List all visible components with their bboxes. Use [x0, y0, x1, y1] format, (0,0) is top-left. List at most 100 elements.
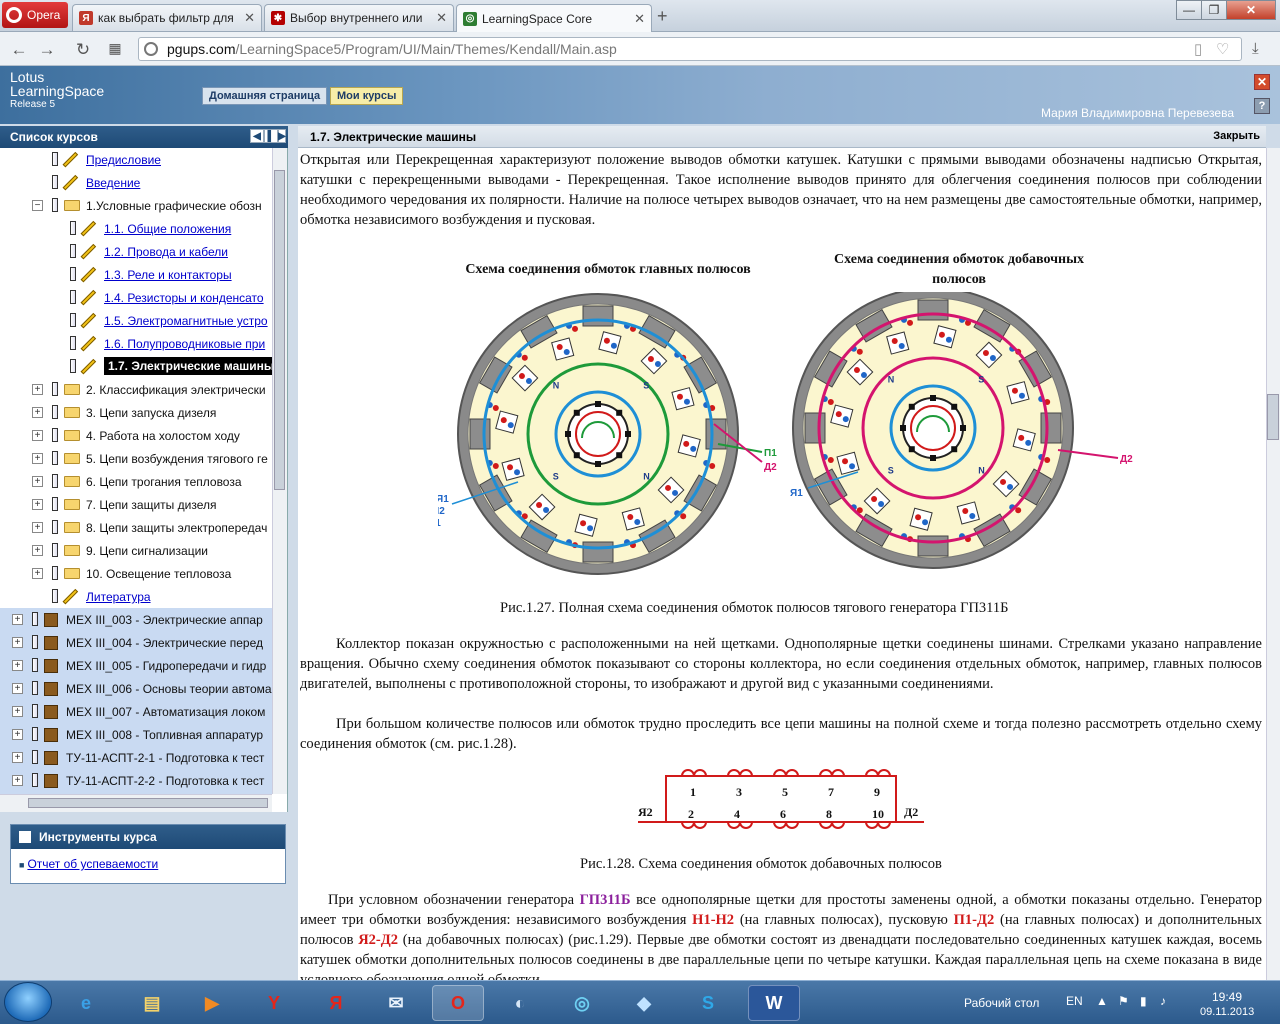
expand-icon[interactable]: + [32, 476, 43, 487]
ie-icon[interactable]: e [60, 985, 112, 1021]
course-item[interactable]: + МЕХ III_007 - Автоматизация локом [0, 700, 272, 723]
pane-toggle-icon[interactable]: ▌ [264, 129, 278, 143]
back-icon[interactable]: ← [8, 40, 30, 60]
tree-item-label[interactable]: 7. Цепи защиты дизеля [86, 498, 216, 512]
tree-item-label[interactable]: 1.5. Электромагнитные устро [104, 314, 268, 328]
tree-item-label[interactable]: МЕХ III_003 - Электрические аппар [66, 613, 263, 627]
new-tab-icon[interactable]: + [657, 6, 668, 27]
tree-item-label[interactable]: 1.4. Резисторы и конденсато [104, 291, 264, 305]
tree-item-label[interactable]: Предисловие [86, 153, 161, 167]
clock-date[interactable]: 09.11.2013 [1200, 1006, 1254, 1018]
content-scrollbar[interactable] [1266, 148, 1280, 980]
volume-icon[interactable]: ♪ [1160, 994, 1166, 1008]
tree-item[interactable]: 1.4. Резисторы и конденсато [0, 286, 272, 309]
expand-icon[interactable]: + [12, 660, 23, 671]
tree-item-label[interactable]: Литература [86, 590, 151, 604]
expand-icon[interactable]: + [12, 683, 23, 694]
player-icon[interactable]: ◆ [618, 985, 670, 1021]
ls-close-icon[interactable]: ✕ [1254, 74, 1270, 90]
expand-icon[interactable]: + [12, 775, 23, 786]
expand-icon[interactable]: + [32, 545, 43, 556]
minimize-icon[interactable]: — [1176, 0, 1202, 20]
course-item[interactable]: + МЕХ III_008 - Топливная аппаратур [0, 723, 272, 746]
tree-item-label[interactable]: 8. Цепи защиты электропередач [86, 521, 267, 535]
tree-item-label[interactable]: 10. Освещение тепловоза [86, 567, 231, 581]
tab-search[interactable]: Я как выбрать фильтр для ✕ [72, 4, 262, 31]
expand-icon[interactable]: + [32, 384, 43, 395]
course-item[interactable]: + МЕХ III_006 - Основы теории автома [0, 677, 272, 700]
tree-item-label[interactable]: 6. Цепи трогания тепловоза [86, 475, 242, 489]
collapse-icon[interactable]: − [32, 200, 43, 211]
tree-item-label[interactable]: 1.7. Электрические машины [104, 357, 279, 375]
expand-icon[interactable]: + [32, 407, 43, 418]
course-item[interactable]: + ТУ-11-АСПТ-2-1 - Подготовка к тест [0, 746, 272, 769]
mail-icon[interactable]: ✉ [370, 985, 422, 1021]
tree-item-label[interactable]: МЕХ III_004 - Электрические перед [66, 636, 263, 650]
tree-item[interactable]: +7. Цепи защиты дизеля [0, 493, 272, 516]
nav-home-link[interactable]: Домашняя страница [202, 87, 328, 105]
window-close-icon[interactable]: ✕ [1226, 0, 1276, 20]
language-indicator[interactable]: EN [1066, 994, 1083, 1008]
help-icon[interactable]: ? [1254, 98, 1270, 114]
tree-item-label[interactable]: 4. Работа на холостом ходу [86, 429, 240, 443]
tree-item-label[interactable]: 3. Цепи запуска дизеля [86, 406, 216, 420]
tree-item-label[interactable]: Введение [86, 176, 140, 190]
tree-item-label[interactable]: 1.3. Реле и контакторы [104, 268, 232, 282]
skype-icon[interactable]: S [682, 985, 734, 1021]
tree-item[interactable]: Введение [0, 171, 272, 194]
tree-item-label[interactable]: 1.1. Общие положения [104, 222, 231, 236]
tree-item[interactable]: +10. Освещение тепловоза [0, 562, 272, 585]
start-button[interactable] [4, 982, 52, 1022]
course-item[interactable]: + ТУ-11-АСПТ-2-2 - Подготовка к тест [0, 769, 272, 792]
yandex-browser-icon[interactable]: Y [248, 985, 300, 1021]
tree-item[interactable]: +8. Цепи защиты электропередач [0, 516, 272, 539]
tree-item-label[interactable]: 9. Цепи сигнализации [86, 544, 208, 558]
speed-dial-icon[interactable]: ▦ [104, 40, 126, 57]
opera-menu-button[interactable]: Opera [2, 2, 68, 28]
tree-item[interactable]: 1.7. Электрические машины [0, 355, 279, 378]
tree-item-label[interactable]: 1.6. Полупроводниковые при [104, 337, 265, 351]
expand-icon[interactable]: + [12, 637, 23, 648]
tree-item[interactable]: 1.1. Общие положения [0, 217, 272, 240]
tree-item[interactable]: +5. Цепи возбуждения тягового ге [0, 447, 272, 470]
course-item[interactable]: + МЕХ III_003 - Электрические аппар [0, 608, 272, 631]
tree-item[interactable]: 1.5. Электромагнитные устро [0, 309, 272, 332]
tree-item-label[interactable]: МЕХ III_007 - Автоматизация локом [66, 705, 265, 719]
tree-hscroll-thumb[interactable] [28, 798, 268, 808]
tree-scroll-thumb[interactable] [274, 170, 285, 490]
tree-item-label[interactable]: 1.Условные графические обозн [86, 199, 262, 213]
media-player-icon[interactable]: ▶ [186, 985, 238, 1021]
expand-icon[interactable]: + [32, 453, 43, 464]
tree-item-label[interactable]: ТУ-11-АСПТ-2-1 - Подготовка к тест [66, 751, 264, 765]
expand-icon[interactable]: + [32, 499, 43, 510]
expand-icon[interactable]: + [32, 430, 43, 441]
restore-icon[interactable]: ❐ [1201, 0, 1227, 20]
clock-time[interactable]: 19:49 [1212, 990, 1242, 1004]
expand-right-icon[interactable]: ▶ [278, 129, 286, 143]
flag-icon[interactable]: ⚑ [1118, 994, 1129, 1008]
forward-icon[interactable]: → [36, 40, 58, 60]
word-icon[interactable]: W [748, 985, 800, 1021]
tree-item[interactable]: Литература [0, 585, 272, 608]
tree-item[interactable]: − 1.Условные графические обозн [0, 194, 272, 217]
content-scroll-thumb[interactable] [1267, 394, 1279, 440]
tree-item[interactable]: 1.3. Реле и контакторы [0, 263, 272, 286]
tree-item[interactable]: +6. Цепи трогания тепловоза [0, 470, 272, 493]
tree-item-label[interactable]: 5. Цепи возбуждения тягового ге [86, 452, 268, 466]
tab-filter[interactable]: ✱ Выбор внутреннего или ✕ [264, 4, 454, 31]
tab-learningspace[interactable]: ◎ LearningSpace Core ✕ [456, 4, 652, 32]
close-tab-icon[interactable]: ✕ [634, 11, 645, 27]
reload-icon[interactable]: ↻ [72, 40, 94, 60]
expand-icon[interactable]: + [12, 752, 23, 763]
tree-item[interactable]: +4. Работа на холостом ходу [0, 424, 272, 447]
close-content-link[interactable]: Закрыть [1213, 130, 1260, 142]
expand-icon[interactable]: + [12, 614, 23, 625]
bookmark-icon[interactable]: ▯ [1194, 40, 1202, 58]
download-icon[interactable]: ⤓ [1252, 40, 1259, 57]
expand-icon[interactable]: + [12, 729, 23, 740]
tree-item[interactable]: 1.6. Полупроводниковые при [0, 332, 272, 355]
expand-icon[interactable]: + [32, 522, 43, 533]
explorer-icon[interactable]: ▤ [126, 985, 178, 1021]
expand-icon[interactable]: + [32, 568, 43, 579]
nav-my-courses-link[interactable]: Мои курсы [330, 87, 404, 105]
